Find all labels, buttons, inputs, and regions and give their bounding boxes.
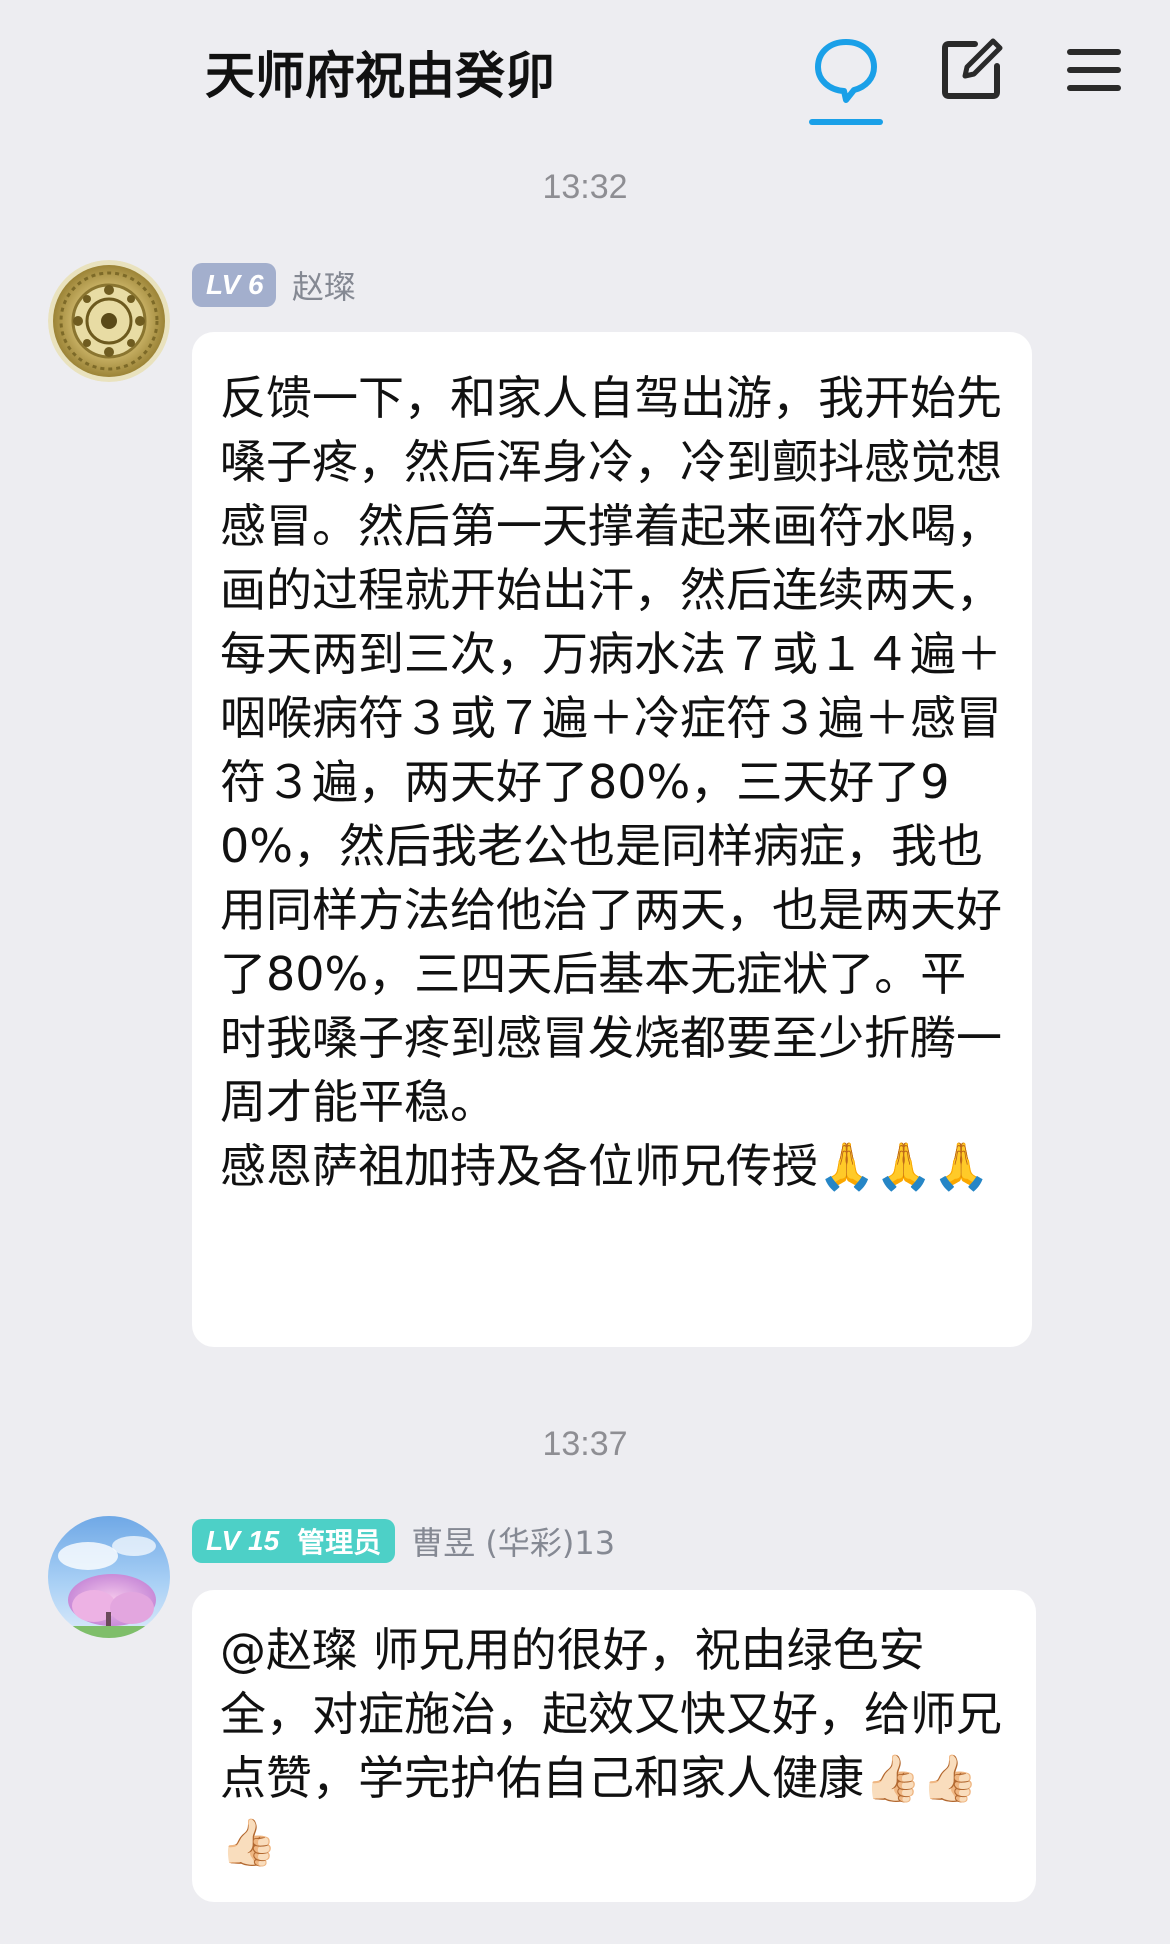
- top-bar: 天师府祝由癸卯: [0, 0, 1170, 130]
- sender-name[interactable]: 曹昱 (华彩)13: [411, 1518, 615, 1564]
- menu-icon[interactable]: [1058, 34, 1130, 106]
- group-title: 天师府祝由癸卯: [205, 47, 555, 105]
- avatar[interactable]: [48, 260, 170, 382]
- message-header: LV 15 管理员 曹昱 (华彩)13: [192, 1518, 615, 1564]
- message-text: @赵璨 师兄用的很好，祝由绿色安全，对症施治，起效又快又好，给师兄点赞，学完护佑…: [220, 1623, 1002, 1869]
- golden-mandala-avatar-icon: [48, 260, 170, 382]
- level-badge: LV 6: [192, 263, 276, 307]
- message-bubble[interactable]: @赵璨 师兄用的很好，祝由绿色安全，对症施治，起效又快又好，给师兄点赞，学完护佑…: [192, 1590, 1036, 1902]
- sender-name[interactable]: 赵璨: [292, 262, 356, 308]
- message-bubble[interactable]: 反馈一下，和家人自驾出游，我开始先嗓子疼，然后浑身冷，冷到颤抖感觉想感冒。然后第…: [192, 332, 1032, 1347]
- active-tab-indicator: [809, 119, 883, 125]
- role-badge: 管理员: [297, 1526, 382, 1559]
- chat-bubble-icon[interactable]: [810, 34, 882, 106]
- avatar[interactable]: [48, 1516, 170, 1638]
- message-header: LV 6 赵璨: [192, 262, 356, 308]
- timestamp: 13:32: [542, 168, 628, 206]
- timestamp: 13:37: [542, 1425, 628, 1463]
- level-text: LV 15: [206, 1525, 280, 1556]
- edit-icon[interactable]: [935, 34, 1007, 106]
- message-text: 反馈一下，和家人自驾出游，我开始先嗓子疼，然后浑身冷，冷到颤抖感觉想感冒。然后第…: [220, 371, 1002, 1193]
- level-badge: LV 15 管理员: [192, 1519, 396, 1563]
- pink-blossom-sky-avatar-icon: [48, 1516, 170, 1638]
